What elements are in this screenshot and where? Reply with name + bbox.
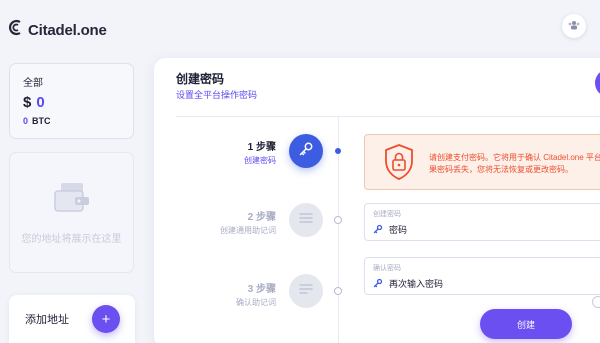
panel-divider <box>176 116 600 117</box>
list-check-icon <box>298 282 314 300</box>
balance-value: 0 <box>36 94 45 111</box>
key-icon <box>373 224 383 236</box>
step-2: 2 步骤 创建通用助记词 <box>220 208 276 236</box>
confirm-password-input[interactable]: 再次输入密码 <box>373 277 443 290</box>
warning-text: 请创建支付密码。它将用于确认 Citadel.one 平台 果密码丢失，您将无法… <box>429 152 600 176</box>
currency-symbol: $ <box>23 94 32 111</box>
step-1: 1 步骤 创建密码 <box>244 138 276 166</box>
add-address-card[interactable]: 添加地址 + <box>9 295 135 343</box>
password-field-label: 创建密码 <box>373 211 401 218</box>
step-3-subtitle: 确认助记词 <box>236 298 276 307</box>
users-icon <box>568 17 580 35</box>
plus-icon: + <box>101 310 111 328</box>
add-address-button[interactable]: + <box>92 305 120 333</box>
balance-card: 全部 $ 0 0 BTC <box>9 63 134 139</box>
balance-btc: 0 BTC <box>23 116 120 126</box>
account-avatar-button[interactable] <box>562 14 586 38</box>
step-3-title: 3 步骤 <box>247 284 276 295</box>
password-input[interactable]: 密码 <box>373 223 407 236</box>
step-3: 3 步骤 确认助记词 <box>236 280 276 308</box>
password-placeholder: 密码 <box>389 225 408 235</box>
warning-line-2: 果密码丢失，您将无法恢复或更改密码。 <box>429 165 573 174</box>
balance-usd: $ 0 <box>23 94 120 111</box>
balance-label: 全部 <box>23 78 43 89</box>
shield-lock-icon <box>383 143 415 186</box>
key-icon <box>373 278 383 290</box>
scroll-indicator[interactable] <box>592 296 600 308</box>
confirm-password-field[interactable]: 确认密码 再次输入密码 <box>364 257 600 295</box>
citadel-logo-icon <box>8 19 24 41</box>
empty-wallet-card: 您的地址将展示在这里 <box>9 152 134 273</box>
panel-title: 创建密码 <box>176 72 225 86</box>
empty-wallet-text: 您的地址将展示在这里 <box>21 233 122 245</box>
password-field[interactable]: 创建密码 密码 <box>364 203 600 241</box>
warning-line-1: 请创建支付密码。它将用于确认 Citadel.one 平台 <box>429 153 600 162</box>
btc-value: 0 <box>23 116 29 126</box>
step-1-subtitle: 创建密码 <box>244 156 276 165</box>
step-2-title: 2 步骤 <box>247 212 276 223</box>
step-2-dot <box>334 216 342 224</box>
panel-subtitle: 设置全平台操作密码 <box>176 90 258 100</box>
create-button[interactable]: 创建 <box>480 309 572 339</box>
brand-logo[interactable]: Citadel.one <box>8 19 107 41</box>
confirm-field-label: 确认密码 <box>373 265 401 272</box>
wallet-icon <box>53 181 91 220</box>
step-1-badge <box>289 134 323 168</box>
step-1-dot <box>335 148 341 154</box>
create-password-panel: 创建密码 设置全平台操作密码 1 步骤 创建密码 2 步骤 创建通用助记词 3 … <box>154 58 600 343</box>
step-2-badge <box>289 203 323 237</box>
step-3-badge <box>289 274 323 308</box>
confirm-placeholder: 再次输入密码 <box>389 279 444 289</box>
password-warning-box: 请创建支付密码。它将用于确认 Citadel.one 平台 果密码丢失，您将无法… <box>364 134 600 190</box>
panel-action-button[interactable] <box>595 69 600 97</box>
step-1-title: 1 步骤 <box>247 142 276 153</box>
step-2-subtitle: 创建通用助记词 <box>220 226 276 235</box>
step-3-dot <box>334 287 342 295</box>
key-icon <box>298 141 314 162</box>
list-icon <box>298 211 314 229</box>
add-address-label: 添加地址 <box>25 314 69 326</box>
brand-name: Citadel.one <box>28 21 107 39</box>
btc-unit: BTC <box>32 116 51 126</box>
